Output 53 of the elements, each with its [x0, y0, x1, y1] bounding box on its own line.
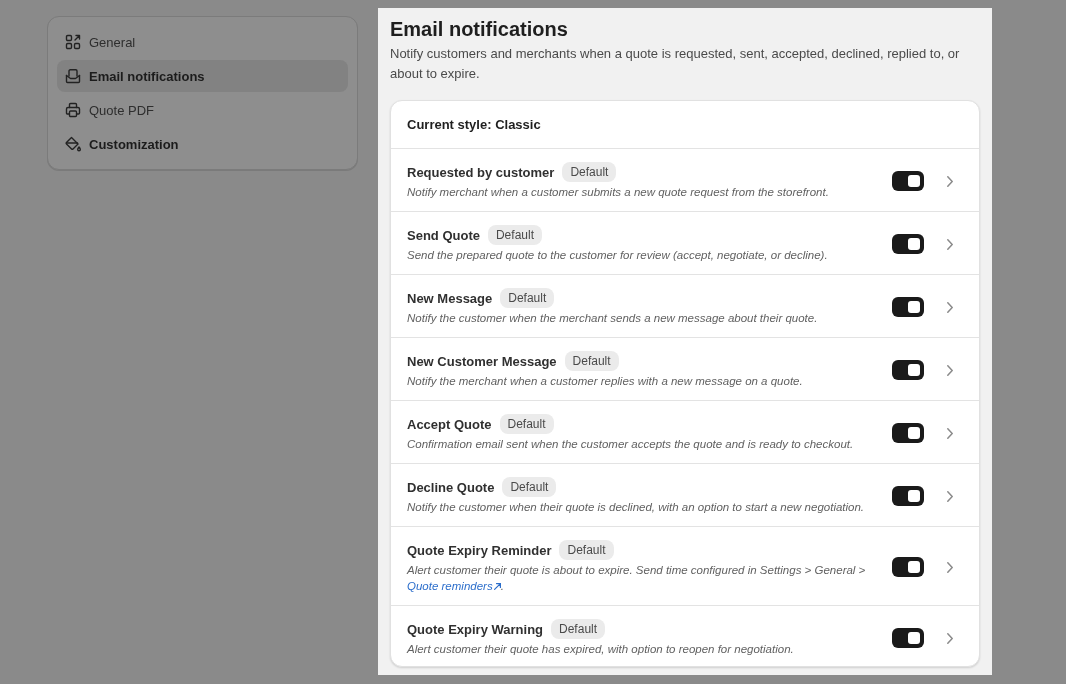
sidebar-item[interactable]: Customization: [57, 128, 348, 160]
chevron-right-icon[interactable]: [947, 238, 953, 250]
envelope-icon: [65, 68, 81, 84]
default-badge: Default: [559, 540, 614, 560]
page-description: Notify customers and merchants when a quote is requested, sent, accepted, declined, replied to, or about to expire.: [390, 45, 961, 83]
default-badge: Default: [502, 477, 557, 497]
chevron-right-icon[interactable]: [947, 490, 953, 502]
grid-icon: [65, 34, 81, 50]
chevron-right-icon[interactable]: [947, 427, 953, 439]
notification-title: Quote Expiry Reminder: [407, 542, 552, 558]
toggle-switch[interactable]: [892, 557, 924, 577]
default-badge: Default: [564, 351, 619, 371]
default-badge: Default: [551, 619, 606, 639]
default-badge: Default: [562, 162, 617, 182]
notification-title: Accept Quote: [407, 416, 492, 432]
chevron-right-icon[interactable]: [947, 301, 953, 313]
printer-icon: [65, 102, 81, 118]
notification-description: Confirmation email sent when the customer accepts the quote and is ready to checkout.: [407, 437, 855, 452]
toggle-switch[interactable]: [892, 628, 924, 648]
default-badge: Default: [499, 414, 554, 434]
chevron-right-icon[interactable]: [947, 561, 953, 573]
notification-title: Decline Quote: [407, 479, 495, 495]
notification-title: Requested by customer: [407, 164, 555, 180]
external-link-icon: [493, 583, 501, 590]
notification-title: Send Quote: [407, 227, 480, 243]
chevron-right-icon[interactable]: [947, 175, 953, 187]
toggle-switch[interactable]: [892, 360, 924, 380]
current-style-label: Current style: Classic: [407, 117, 541, 132]
chevron-right-icon[interactable]: [947, 364, 953, 376]
toggle-switch[interactable]: [892, 423, 924, 443]
toggle-switch[interactable]: [892, 171, 924, 191]
paint-bucket-icon: [65, 136, 81, 152]
notification-title: Quote Expiry Warning: [407, 621, 544, 637]
notification-description: Alert customer their quote is about to expire. Send time configured in Settings > General > Quote reminders .: [407, 563, 867, 594]
notification-description: Send the prepared quote to the customer for review (accept, negotiate, or decline).: [407, 248, 829, 263]
notification-description: Alert customer their quote has expired, with option to reopen for negotiation.: [407, 642, 795, 657]
notification-title: New Message: [407, 290, 493, 306]
sidebar-item[interactable]: General: [57, 26, 348, 58]
notification-description: Notify the customer when their quote is declined, with an option to start a new negotiation.: [407, 500, 866, 515]
notification-description: Notify the merchant when a customer replies with a new message on a quote.: [407, 374, 804, 389]
toggle-switch[interactable]: [892, 297, 924, 317]
sidebar-item[interactable]: Quote PDF: [57, 94, 348, 126]
notification-title: New Customer Message: [407, 353, 557, 369]
toggle-switch[interactable]: [892, 486, 924, 506]
chevron-right-icon[interactable]: [947, 632, 953, 644]
default-badge: Default: [487, 225, 542, 245]
page-title: Email notifications: [390, 17, 569, 42]
default-badge: Default: [500, 288, 555, 308]
notification-description: Notify the customer when the merchant sends a new message about their quote.: [407, 311, 819, 326]
sidebar-item[interactable]: Email notifications: [57, 60, 348, 92]
quote-reminders-link[interactable]: Quote reminders: [407, 580, 501, 592]
toggle-switch[interactable]: [892, 234, 924, 254]
notification-description: Notify merchant when a customer submits a new quote request from the storefront.: [407, 185, 830, 200]
